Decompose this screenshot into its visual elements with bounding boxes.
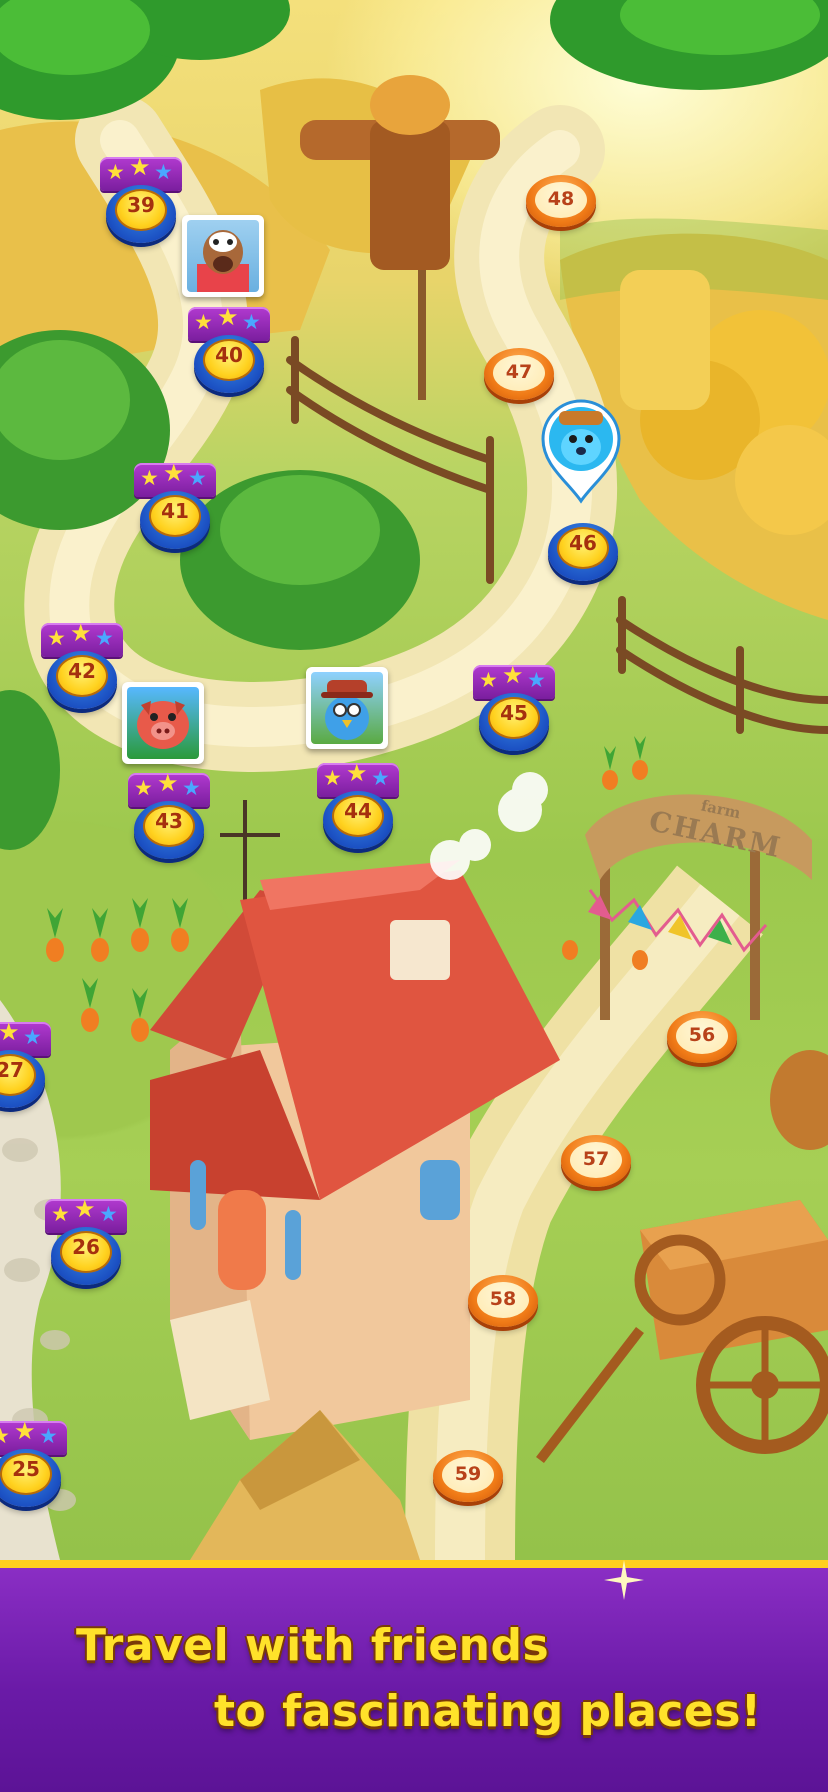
level-node-40[interactable]: ★ ★ ★ 40	[188, 304, 270, 395]
level-number: 58	[489, 1288, 517, 1310]
cow-icon	[197, 230, 249, 292]
level-number: 43	[155, 809, 183, 833]
level-node-46-current[interactable]: 46	[548, 513, 618, 583]
level-number: 59	[454, 1463, 482, 1485]
level-number: 39	[127, 193, 155, 217]
level-number: 41	[161, 499, 189, 523]
level-node-59[interactable]: 59	[433, 1450, 503, 1502]
level-number: 57	[582, 1148, 610, 1170]
star-icon: ★	[479, 668, 498, 692]
star-icon: ★	[47, 626, 66, 650]
level-number: 45	[500, 701, 528, 725]
level-number: 47	[505, 361, 533, 383]
level-number: 40	[215, 343, 243, 367]
star-icon: ★	[188, 466, 207, 490]
level-number: 26	[72, 1235, 100, 1259]
level-node-58[interactable]: 58	[468, 1275, 538, 1327]
level-node-56[interactable]: 56	[667, 1011, 737, 1063]
star-icon: ★	[74, 1195, 96, 1223]
star-icon: ★	[70, 619, 92, 647]
level-node-25[interactable]: ★ ★ ★ 25	[0, 1418, 67, 1509]
level-node-44[interactable]: ★ ★ ★ 44	[317, 760, 399, 851]
bird-icon	[321, 680, 373, 740]
star-icon: ★	[157, 769, 179, 797]
star-icon: ★	[0, 1018, 20, 1046]
star-icon: ★	[129, 153, 151, 181]
level-map[interactable]: ★ ★ ★ 39 ★ ★ ★ 40 ★ ★ ★ 41 ★ ★ ★ 42 ★ ★ ★ 43 ★ ★ ★ 4…	[0, 0, 828, 1560]
level-number: 48	[547, 188, 575, 210]
pig-avatar[interactable]	[122, 682, 204, 764]
sparkle-icon	[604, 1560, 644, 1600]
bird-avatar[interactable]	[306, 667, 388, 749]
player-pin-icon	[541, 399, 621, 504]
star-icon: ★	[502, 661, 524, 689]
star-icon: ★	[39, 1424, 58, 1448]
star-icon: ★	[323, 766, 342, 790]
star-icon: ★	[194, 310, 213, 334]
star-icon: ★	[371, 766, 390, 790]
star-icon: ★	[217, 303, 239, 331]
star-icon: ★	[106, 160, 125, 184]
level-number: 44	[344, 799, 372, 823]
star-icon: ★	[163, 459, 185, 487]
level-number: 25	[12, 1457, 40, 1481]
star-icon: ★	[182, 776, 201, 800]
level-node-47[interactable]: 47	[484, 348, 554, 400]
level-node-42[interactable]: ★ ★ ★ 42	[41, 620, 123, 711]
level-node-43[interactable]: ★ ★ ★ 43	[128, 770, 210, 861]
star-icon: ★	[51, 1202, 70, 1226]
star-icon: ★	[527, 668, 546, 692]
promo-banner: Travel with friends to fascinating place…	[0, 1560, 828, 1792]
raccoon-player-marker[interactable]	[537, 395, 625, 505]
banner-headline-line1: Travel with friends	[76, 1620, 550, 1671]
star-icon: ★	[14, 1417, 36, 1445]
star-icon: ★	[95, 626, 114, 650]
level-node-27[interactable]: ★★★ 27	[0, 1019, 51, 1110]
star-icon: ★	[140, 466, 159, 490]
star-icon: ★	[23, 1025, 42, 1049]
banner-headline-line2: to fascinating places!	[214, 1686, 762, 1737]
level-node-41[interactable]: ★ ★ ★ 41	[134, 460, 216, 551]
level-node-48[interactable]: 48	[526, 175, 596, 227]
star-icon: ★	[346, 759, 368, 787]
pig-icon	[137, 701, 189, 749]
star-icon: ★	[242, 310, 261, 334]
level-node-57[interactable]: 57	[561, 1135, 631, 1187]
level-number: 42	[68, 659, 96, 683]
star-icon: ★	[154, 160, 173, 184]
level-node-45[interactable]: ★ ★ ★ 45	[473, 662, 555, 753]
level-number: 27	[0, 1058, 24, 1082]
star-icon: ★	[99, 1202, 118, 1226]
star-icon: ★	[134, 776, 153, 800]
level-number: 56	[688, 1024, 716, 1046]
cow-avatar[interactable]	[182, 215, 264, 297]
star-icon: ★	[0, 1424, 10, 1448]
level-node-39[interactable]: ★ ★ ★ 39	[100, 154, 182, 245]
level-number: 46	[569, 531, 597, 555]
level-node-26[interactable]: ★ ★ ★ 26	[45, 1196, 127, 1287]
